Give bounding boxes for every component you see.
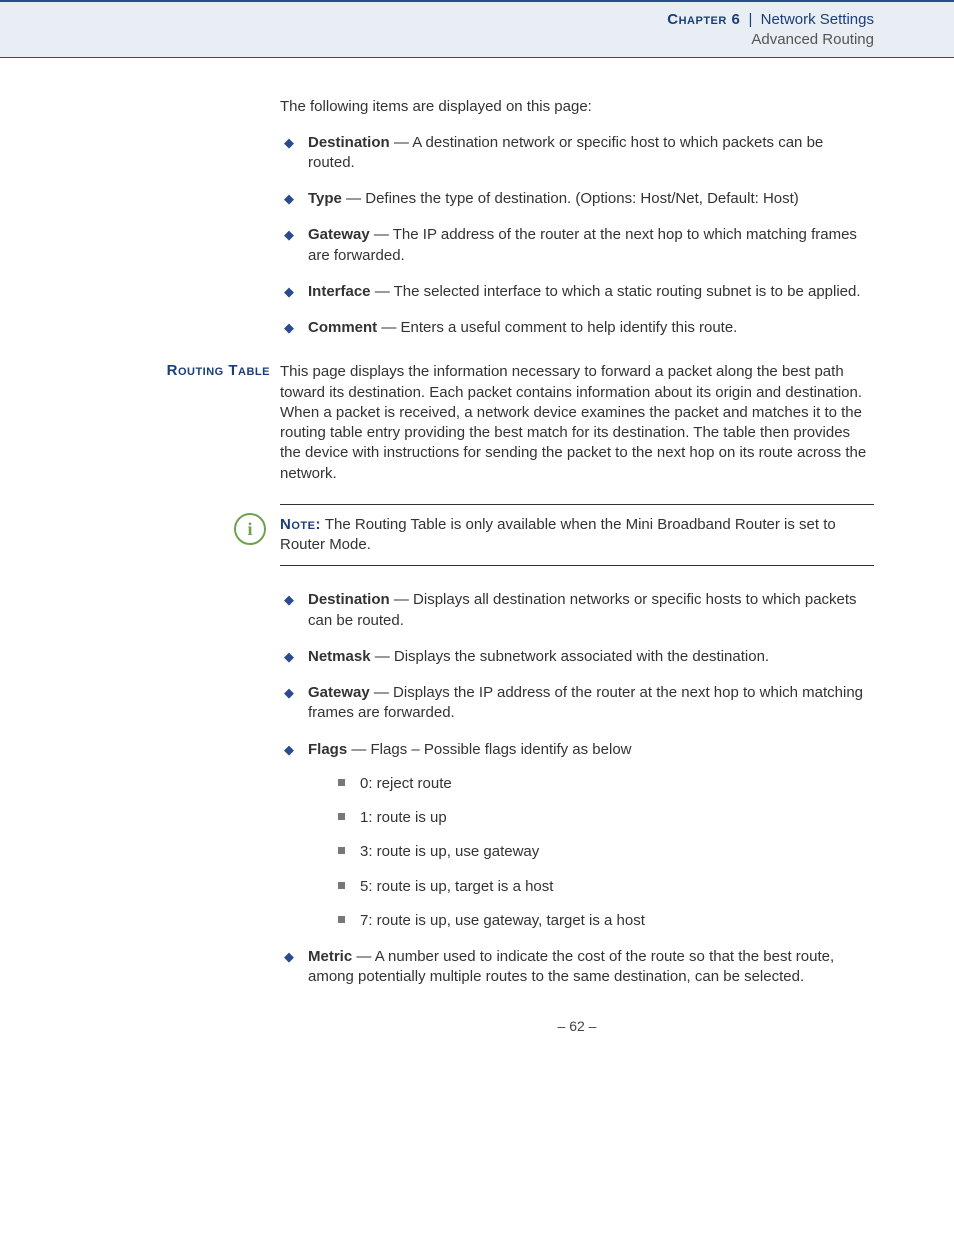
chapter-label: Chapter 6 [667,11,740,28]
intro-text: The following items are displayed on thi… [280,98,874,115]
item-desc: — Displays the IP address of the router … [308,684,863,721]
sublist-item: 5: route is up, target is a host [308,877,874,897]
header-separator: | [745,11,757,28]
note-block: i Note: The Routing Table is only availa… [280,504,874,567]
list-item: Metric — A number used to indicate the c… [280,947,874,988]
item-desc: — The IP address of the router at the ne… [308,226,857,263]
item-term: Flags [308,741,347,758]
list-item: Gateway — The IP address of the router a… [280,225,874,266]
note-label: Note: [280,516,321,533]
item-term: Interface [308,283,371,300]
item-desc: — Enters a useful comment to help identi… [377,319,737,336]
flags-sublist: 0: reject route 1: route is up 3: route … [308,774,874,931]
item-desc: — The selected interface to which a stat… [371,283,861,300]
sublist-item: 1: route is up [308,808,874,828]
item-term: Type [308,190,342,207]
content-column: The following items are displayed on thi… [280,98,874,1034]
item-desc: — Defines the type of destination. (Opti… [342,190,799,207]
item-term: Comment [308,319,377,336]
item-desc: — A number used to indicate the cost of … [308,948,834,985]
item-term: Destination [308,591,390,608]
items-list-1: Destination — A destination network or s… [280,133,874,339]
note-text: The Routing Table is only available when… [280,516,836,553]
list-item: Netmask — Displays the subnetwork associ… [280,647,874,667]
page-body: The following items are displayed on thi… [0,58,954,1074]
section-heading: Routing Table [80,362,270,379]
list-item: Comment — Enters a useful comment to hel… [280,318,874,338]
list-item: Destination — Displays all destination n… [280,590,874,631]
list-item: Type — Defines the type of destination. … [280,189,874,209]
items-list-2: Destination — Displays all destination n… [280,590,874,987]
list-item: Flags — Flags – Possible flags identify … [280,740,874,932]
routing-table-section: Routing Table This page displays the inf… [280,362,874,987]
sublist-item: 0: reject route [308,774,874,794]
item-term: Gateway [308,684,370,701]
item-desc: — Flags – Possible flags identify as bel… [347,741,631,758]
list-item: Interface — The selected interface to wh… [280,282,874,302]
sublist-item: 3: route is up, use gateway [308,842,874,862]
list-item: Destination — A destination network or s… [280,133,874,174]
info-icon: i [234,513,266,545]
item-term: Destination [308,134,390,151]
section-paragraph: This page displays the information neces… [280,362,874,484]
item-term: Metric [308,948,352,965]
sublist-item: 7: route is up, use gateway, target is a… [308,911,874,931]
header-subtitle: Advanced Routing [0,30,874,50]
page-header: Chapter 6 | Network Settings Advanced Ro… [0,0,954,58]
header-title: Network Settings [761,11,874,28]
item-term: Netmask [308,648,371,665]
list-item: Gateway — Displays the IP address of the… [280,683,874,724]
item-desc: — Displays all destination networks or s… [308,591,857,628]
item-term: Gateway [308,226,370,243]
header-line-1: Chapter 6 | Network Settings [0,10,874,30]
item-desc: — Displays the subnetwork associated wit… [371,648,770,665]
page-number: – 62 – [280,1018,874,1034]
